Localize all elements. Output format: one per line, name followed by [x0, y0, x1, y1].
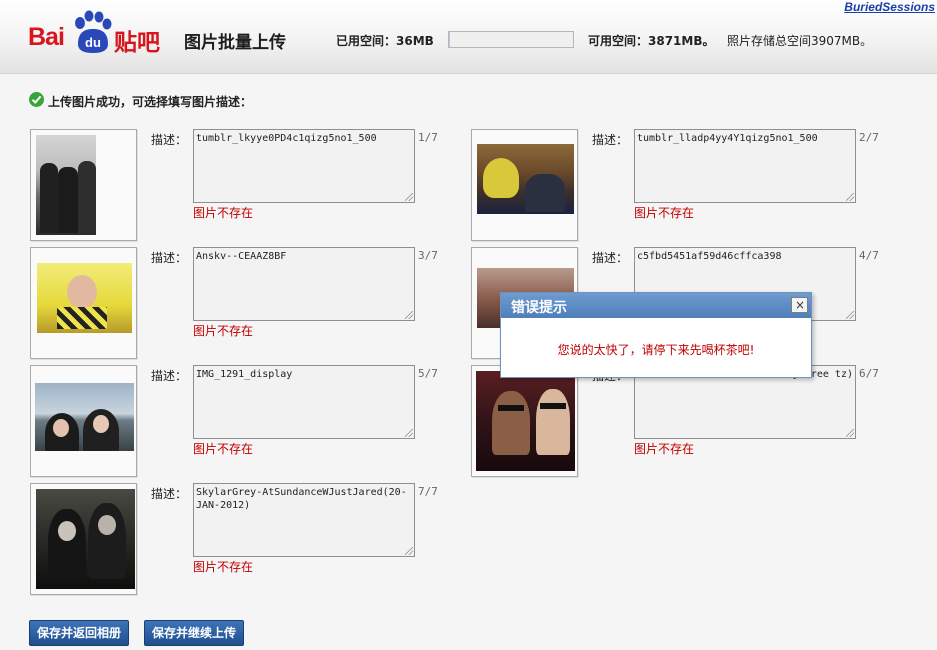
total-space-label: 照片存储总空间3907MB。 [727, 34, 873, 48]
description-textarea[interactable]: tumblr_lkyye0PD4c1qizg5no1_500 [193, 129, 415, 203]
image-missing-error: 图片不存在 [193, 324, 254, 338]
check-circle-icon [29, 92, 44, 107]
logo-bai-text: Bai [28, 23, 65, 51]
dialog-title-bar[interactable]: 错误提示 × [501, 293, 811, 318]
baidu-paw-icon: du [75, 10, 112, 53]
image-missing-error: 图片不存在 [193, 560, 254, 574]
upload-item: 描述： IMG_1291_display 5/7 图片不存在 [30, 365, 470, 477]
description-label: 描述： [151, 369, 188, 383]
image-missing-error: 图片不存在 [193, 206, 254, 220]
photo-image [36, 135, 96, 235]
space-usage-fill [449, 32, 451, 47]
upload-item: 描述： Anskv--CEAAZ8BF 3/7 图片不存在 [30, 247, 470, 359]
upload-item: 描述： …nyStree tz) 6/7 图片不存在 [471, 365, 911, 477]
item-counter: 5/7 [418, 367, 438, 380]
description-label: 描述： [151, 133, 188, 147]
close-button[interactable]: × [791, 297, 808, 313]
description-textarea[interactable]: tumblr_lladp4yy4Y1qizg5no1_500 [634, 129, 856, 203]
item-counter: 7/7 [418, 485, 438, 498]
item-counter: 2/7 [859, 131, 879, 144]
photo-thumbnail[interactable] [30, 483, 137, 595]
upload-item: 描述： tumblr_lladp4yy4Y1qizg5no1_500 2/7 图… [471, 129, 911, 241]
description-label: 描述： [592, 133, 629, 147]
logo-tieba-text: 贴吧 [114, 30, 160, 56]
close-icon: × [795, 298, 806, 312]
image-missing-error: 图片不存在 [634, 206, 695, 220]
photo-image [36, 489, 135, 589]
photo-thumbnail[interactable] [471, 365, 578, 477]
page-title: 图片批量上传 [184, 33, 286, 53]
save-and-return-button[interactable]: 保存并返回相册 [29, 620, 129, 646]
description-textarea[interactable]: SkylarGrey-AtSundanceWJustJared(20-JAN-2… [193, 483, 415, 557]
photo-thumbnail[interactable] [471, 129, 578, 241]
photo-image [37, 263, 132, 333]
save-and-continue-button[interactable]: 保存并继续上传 [144, 620, 244, 646]
item-counter: 3/7 [418, 249, 438, 262]
image-missing-error: 图片不存在 [193, 442, 254, 456]
user-link[interactable]: BuriedSessions [844, 0, 935, 14]
space-usage-bar [448, 31, 574, 48]
item-counter: 6/7 [859, 367, 879, 380]
image-missing-error: 图片不存在 [634, 442, 695, 456]
success-text: 上传图片成功，可选择填写图片描述： [48, 95, 253, 109]
photo-thumbnail[interactable] [30, 365, 137, 477]
photo-image [476, 371, 575, 471]
item-counter: 1/7 [418, 131, 438, 144]
available-space-label: 可用空间：3871MB。 [588, 34, 715, 48]
photo-image [477, 144, 574, 214]
error-dialog: 错误提示 × 您说的太快了，请停下来先喝杯茶吧! [500, 292, 812, 378]
upload-item: 描述： tumblr_lkyye0PD4c1qizg5no1_500 1/7 图… [30, 129, 470, 241]
logo-du-text: du [85, 35, 101, 50]
dialog-message: 您说的太快了，请停下来先喝杯茶吧! [557, 343, 755, 357]
item-counter: 4/7 [859, 249, 879, 262]
used-space-label: 已用空间：36MB [336, 34, 434, 48]
description-label: 描述： [151, 251, 188, 265]
upload-item: 描述： SkylarGrey-AtSundanceWJustJared(20-J… [30, 483, 470, 595]
description-textarea[interactable]: Anskv--CEAAZ8BF [193, 247, 415, 321]
baidu-tieba-logo[interactable]: Bai du 贴吧 [28, 8, 164, 56]
description-label: 描述： [151, 487, 188, 501]
description-textarea[interactable]: IMG_1291_display [193, 365, 415, 439]
photo-image [35, 383, 134, 451]
dialog-title: 错误提示 [511, 300, 567, 316]
photo-thumbnail[interactable] [30, 129, 137, 241]
header: Bai du 贴吧 图片批量上传 已用空间：36MB 可用空间：3871MB。 … [0, 0, 937, 74]
photo-thumbnail[interactable] [30, 247, 137, 359]
description-label: 描述： [592, 251, 629, 265]
